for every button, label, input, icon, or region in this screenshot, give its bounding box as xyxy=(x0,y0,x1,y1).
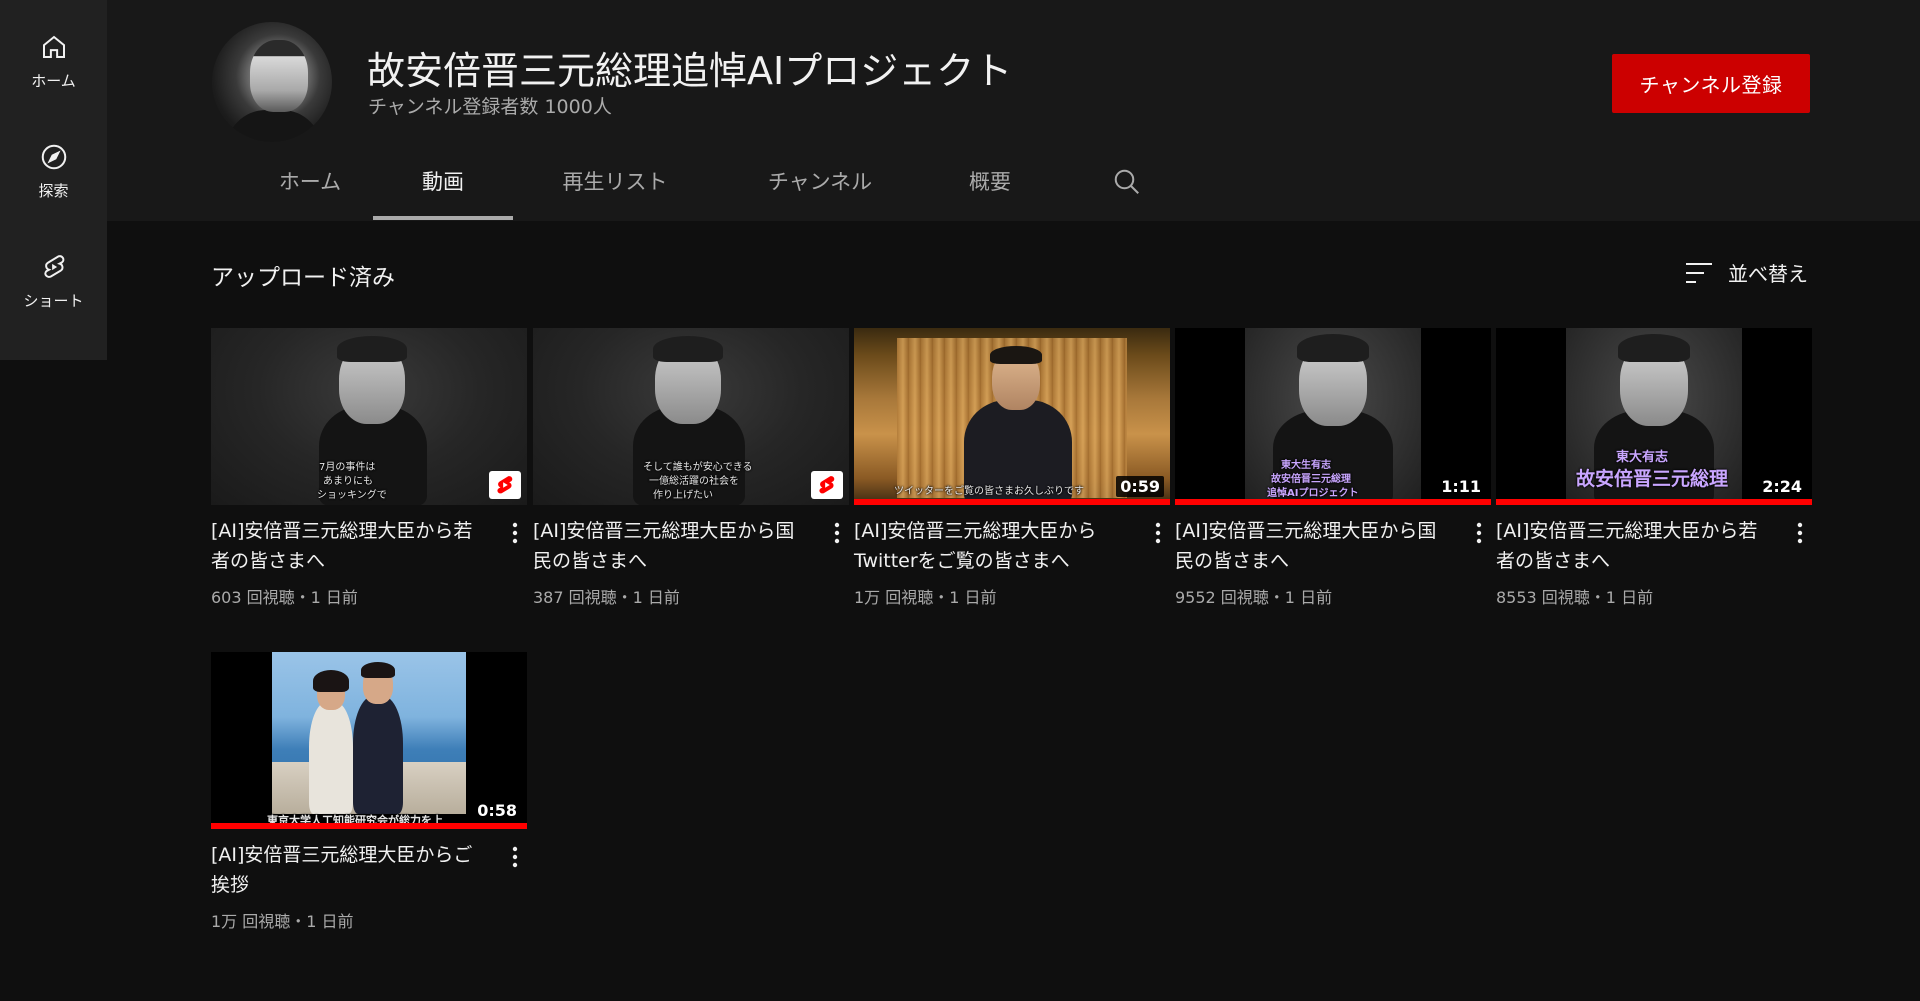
thumb-caption: 一億総活躍の社会を xyxy=(649,476,739,487)
thumb-caption: 東大有志 xyxy=(1616,450,1669,465)
video-thumbnail[interactable]: 7月の事件は あまりにも ショッキングで xyxy=(211,328,527,505)
thumb-caption: ツイッターをご覧の皆さまお久しぶりです xyxy=(894,486,1084,497)
shorts-icon xyxy=(819,476,835,494)
tab-playlists[interactable]: 再生リスト xyxy=(545,166,685,220)
shorts-badge xyxy=(489,471,521,499)
tab-about[interactable]: 概要 xyxy=(940,166,1040,220)
guide-item-home[interactable]: ホーム xyxy=(0,30,107,120)
compass-icon xyxy=(41,144,66,170)
video-duration: 1:11 xyxy=(1437,476,1485,497)
video-title[interactable]: [AI]安倍晋三元総理大臣からご挨拶 xyxy=(211,840,487,900)
shorts-icon xyxy=(497,476,513,494)
video-meta: 1万 回視聴・1 日前 xyxy=(854,588,997,607)
sort-icon xyxy=(1686,262,1712,283)
tab-channels[interactable]: チャンネル xyxy=(750,166,890,220)
more-vert-icon[interactable] xyxy=(503,518,527,548)
more-vert-icon[interactable] xyxy=(1467,518,1491,548)
video-title[interactable]: [AI]安倍晋三元総理大臣から若者の皆さまへ xyxy=(211,516,487,576)
video-card[interactable]: ツイッターをご覧の皆さまお久しぶりです 0:59 [AI]安倍晋三元総理大臣から… xyxy=(854,328,1170,628)
subscribe-button[interactable]: チャンネル登録 xyxy=(1612,54,1810,113)
dots-glyph xyxy=(512,846,518,868)
channel-title: 故安倍晋三元総理追悼AIプロジェクト xyxy=(367,49,1013,93)
home-icon xyxy=(42,35,65,58)
thumb-caption: 東大生有志 xyxy=(1281,460,1331,471)
tab-videos[interactable]: 動画 xyxy=(373,166,513,220)
search-icon[interactable] xyxy=(1112,167,1142,197)
sort-button[interactable]: 並べ替え xyxy=(1684,258,1808,287)
dots-glyph xyxy=(512,522,518,544)
video-meta: 9552 回視聴・1 日前 xyxy=(1175,588,1333,607)
video-card[interactable]: 東京大学人工知能研究会が総力を上 0:58 [AI]安倍晋三元総理大臣からご挨拶… xyxy=(211,652,527,952)
more-vert-icon[interactable] xyxy=(503,842,527,872)
watch-progress xyxy=(854,499,1170,505)
thumb-caption: ショッキングで xyxy=(317,490,387,501)
sort-label: 並べ替え xyxy=(1728,262,1808,286)
guide-item-shorts[interactable]: ショート xyxy=(0,250,107,340)
more-vert-icon[interactable] xyxy=(1788,518,1812,548)
dots-glyph xyxy=(1797,522,1803,544)
thumb-caption: 故安倍晋三元総理 xyxy=(1576,468,1729,490)
thumb-caption: 7月の事件は xyxy=(319,462,376,473)
guide-item-explore[interactable]: 探索 xyxy=(0,140,107,230)
video-meta: 387 回視聴・1 日前 xyxy=(533,588,680,607)
guide-label-shorts: ショート xyxy=(23,292,84,310)
video-title[interactable]: [AI]安倍晋三元総理大臣から国民の皆さまへ xyxy=(1175,516,1451,576)
video-thumbnail[interactable]: 東大生有志 故安倍晋三元総理 追悼AIプロジェクト 1:11 xyxy=(1175,328,1491,505)
more-vert-icon[interactable] xyxy=(825,518,849,548)
video-meta: 603 回視聴・1 日前 xyxy=(211,588,358,607)
shorts-badge xyxy=(811,471,843,499)
video-thumbnail[interactable]: 東京大学人工知能研究会が総力を上 0:58 xyxy=(211,652,527,829)
watch-progress xyxy=(211,823,527,829)
video-card[interactable]: 東大生有志 故安倍晋三元総理 追悼AIプロジェクト 1:11 [AI]安倍晋三元… xyxy=(1175,328,1491,628)
thumb-caption: 作り上げたい xyxy=(653,490,713,501)
video-meta: 1万 回視聴・1 日前 xyxy=(211,912,354,931)
video-card[interactable]: 東大有志 故安倍晋三元総理 2:24 [AI]安倍晋三元総理大臣から若者の皆さま… xyxy=(1496,328,1812,628)
avatar-face xyxy=(250,40,308,112)
section-title: アップロード済み xyxy=(211,265,395,291)
thumb-caption: そして誰もが安心できる xyxy=(643,462,753,473)
shorts-icon xyxy=(43,255,64,278)
video-meta: 8553 回視聴・1 日前 xyxy=(1496,588,1654,607)
tab-home[interactable]: ホーム xyxy=(250,166,370,220)
video-card[interactable]: 7月の事件は あまりにも ショッキングで [AI]安倍晋三元総理大臣から若者の皆… xyxy=(211,328,527,628)
video-card[interactable]: そして誰もが安心できる 一億総活躍の社会を 作り上げたい [AI]安倍晋三元総理… xyxy=(533,328,849,628)
video-duration: 2:24 xyxy=(1758,476,1806,497)
thumb-caption: あまりにも xyxy=(323,476,373,487)
avatar-suit xyxy=(226,110,322,142)
video-title[interactable]: [AI]安倍晋三元総理大臣から国民の皆さまへ xyxy=(533,516,809,576)
video-thumbnail[interactable]: そして誰もが安心できる 一億総活躍の社会を 作り上げたい xyxy=(533,328,849,505)
video-thumbnail[interactable]: ツイッターをご覧の皆さまお久しぶりです 0:59 xyxy=(854,328,1170,505)
dots-glyph xyxy=(834,522,840,544)
video-thumbnail[interactable]: 東大有志 故安倍晋三元総理 2:24 xyxy=(1496,328,1812,505)
video-duration: 0:59 xyxy=(1116,476,1164,497)
video-title[interactable]: [AI]安倍晋三元総理大臣からTwitterをご覧の皆さまへ xyxy=(854,516,1130,576)
video-title[interactable]: [AI]安倍晋三元総理大臣から若者の皆さまへ xyxy=(1496,516,1772,576)
dots-glyph xyxy=(1155,522,1161,544)
watch-progress xyxy=(1175,499,1491,505)
guide-label-explore: 探索 xyxy=(38,182,69,200)
channel-avatar[interactable] xyxy=(212,22,332,142)
video-duration: 0:58 xyxy=(473,800,521,821)
watch-progress xyxy=(1496,499,1812,505)
thumb-caption: 故安倍晋三元総理 xyxy=(1271,474,1351,485)
guide-label-home: ホーム xyxy=(31,72,76,90)
more-vert-icon[interactable] xyxy=(1146,518,1170,548)
dots-glyph xyxy=(1476,522,1482,544)
mini-guide: ホーム 探索 ショート xyxy=(0,0,107,360)
active-tab-indicator xyxy=(373,216,513,220)
thumb-caption: 追悼AIプロジェクト xyxy=(1267,488,1359,499)
subscriber-count: チャンネル登録者数 1000人 xyxy=(368,96,612,118)
